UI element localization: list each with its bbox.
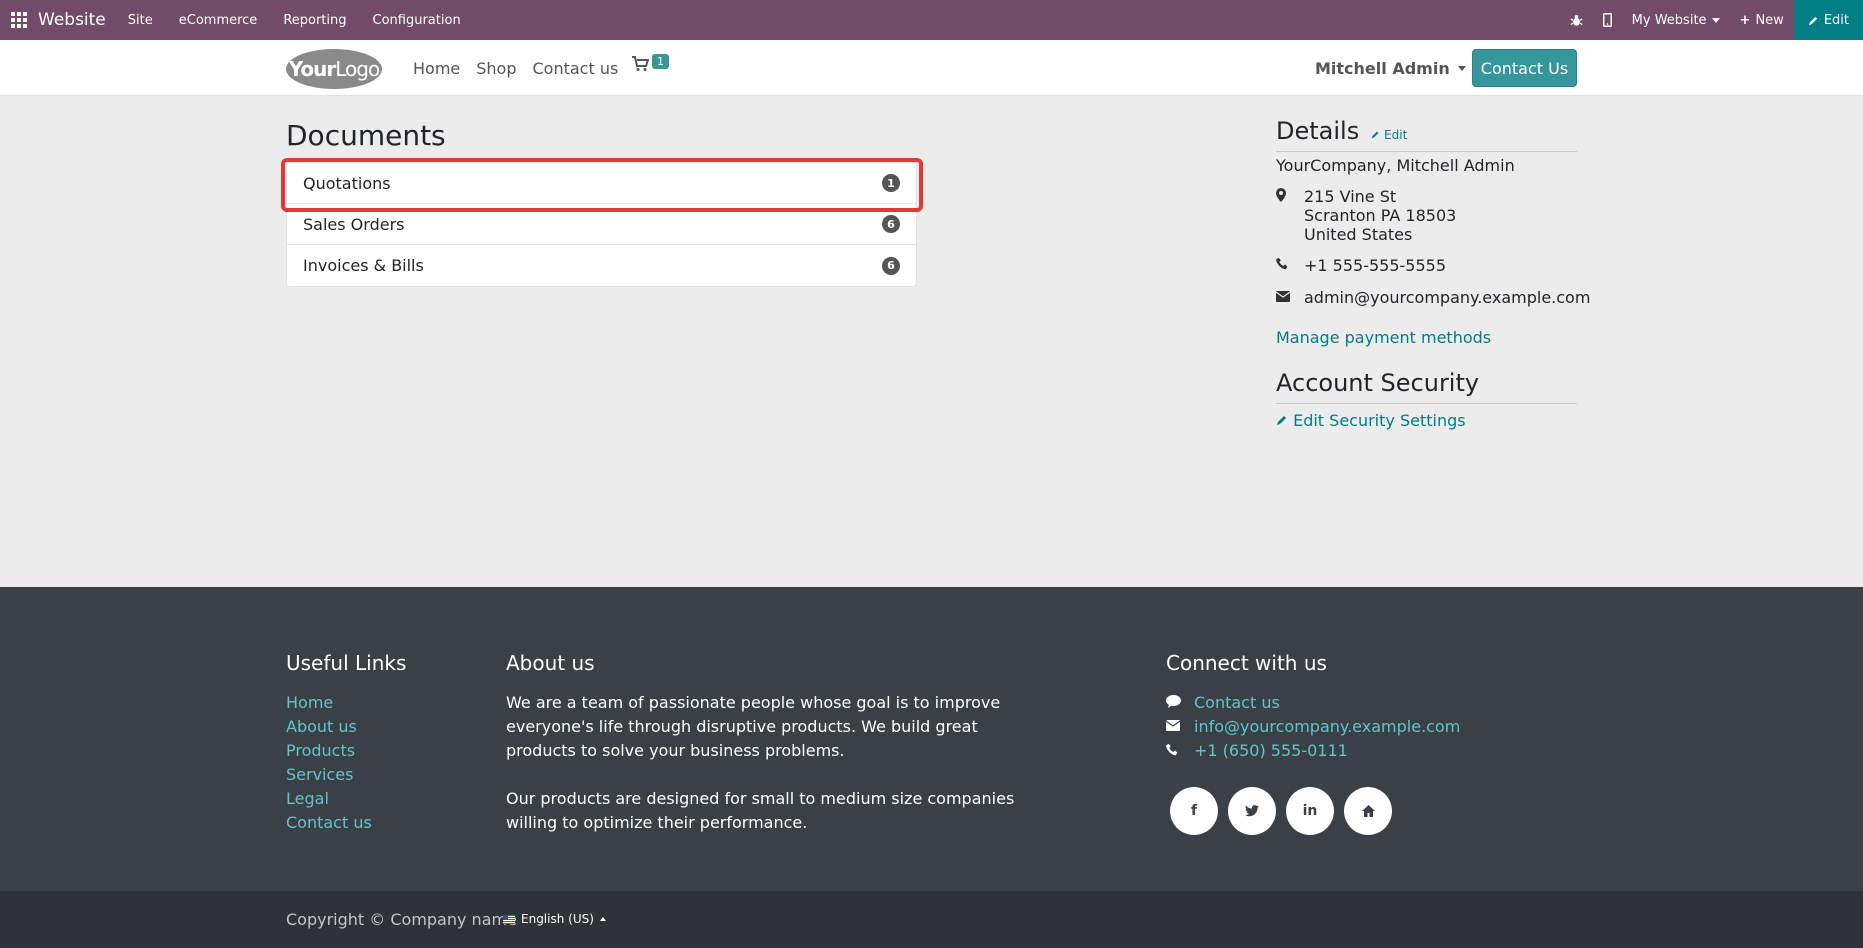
connect-section: Connect with us Contact us info@yourcomp…: [1165, 651, 1460, 835]
count-badge: 6: [882, 256, 900, 275]
useful-links-section: Useful Links Home About us Products Serv…: [286, 651, 406, 835]
menu-ecommerce[interactable]: eCommerce: [179, 13, 258, 28]
caret-down-icon: [1457, 65, 1466, 71]
comment-icon: [1166, 694, 1194, 712]
nav-contact-us[interactable]: Contact us: [533, 59, 619, 78]
nav-shop[interactable]: Shop: [476, 59, 516, 78]
app-brand[interactable]: Website: [38, 10, 106, 30]
plus-icon: +: [1739, 12, 1751, 28]
account-security-heading: Account Security: [1276, 369, 1577, 404]
home-icon[interactable]: [1344, 787, 1392, 835]
social-links: f in: [1170, 787, 1460, 835]
menu-site[interactable]: Site: [128, 13, 153, 28]
cart-count-badge: 1: [652, 54, 669, 69]
pencil-icon: [1808, 16, 1817, 25]
website-selector[interactable]: My Website: [1632, 13, 1720, 28]
us-flag-icon: [503, 914, 515, 924]
footer-link-about-us[interactable]: About us: [286, 715, 406, 739]
connect-email-link[interactable]: info@yourcompany.example.com: [1194, 715, 1460, 739]
caret-up-icon: [599, 917, 606, 921]
footer-link-legal[interactable]: Legal: [286, 787, 406, 811]
doc-row-sales-orders[interactable]: Sales Orders 6: [287, 204, 916, 245]
footer-link-contact-us[interactable]: Contact us: [286, 811, 406, 835]
doc-row-quotations[interactable]: Quotations 1: [287, 163, 916, 204]
user-menu[interactable]: Mitchell Admin: [1315, 40, 1466, 96]
apps-menu-icon[interactable]: [0, 0, 38, 40]
new-button[interactable]: + New: [1740, 13, 1784, 28]
site-logo[interactable]: Your Logo: [286, 49, 382, 89]
address-block: 215 Vine St Scranton PA 18503 United Sta…: [1276, 187, 1577, 244]
documents-title: Documents: [286, 119, 446, 152]
edit-button[interactable]: Edit: [1793, 0, 1863, 40]
caret-down-icon: [1711, 17, 1720, 23]
footer-link-home[interactable]: Home: [286, 691, 406, 715]
doc-row-invoices-bills[interactable]: Invoices & Bills 6: [287, 245, 916, 286]
connect-phone-link[interactable]: +1 (650) 555-0111: [1194, 739, 1348, 763]
nav-home[interactable]: Home: [413, 59, 460, 78]
phone-icon: [1276, 256, 1304, 276]
pencil-icon: [1277, 416, 1286, 425]
envelope-icon: [1275, 288, 1304, 308]
facebook-icon[interactable]: f: [1170, 787, 1218, 835]
details-heading: Details Edit: [1276, 117, 1577, 152]
about-paragraph-2: Our products are designed for small to m…: [506, 789, 1015, 832]
twitter-icon[interactable]: [1228, 787, 1276, 835]
copyright-bar: Copyright © Company name English (US): [0, 891, 1863, 948]
details-panel: Details Edit YourCompany, Mitchell Admin…: [1275, 117, 1590, 430]
phone-row: +1 555-555-5555: [1276, 256, 1577, 276]
email-row: admin@yourcompany.example.com: [1275, 288, 1590, 308]
connect-title: Connect with us: [1166, 651, 1327, 675]
menu-reporting[interactable]: Reporting: [283, 13, 346, 28]
customer-name: YourCompany, Mitchell Admin: [1276, 156, 1515, 175]
linkedin-icon[interactable]: in: [1286, 787, 1334, 835]
about-us-title: About us: [506, 651, 595, 675]
envelope-icon: [1165, 719, 1194, 735]
documents-list: Quotations 1 Sales Orders 6 Invoices & B…: [286, 162, 917, 287]
count-badge: 1: [882, 174, 900, 192]
pencil-icon: [1371, 131, 1379, 139]
phone-icon: [1166, 743, 1194, 760]
language-selector[interactable]: English (US): [503, 912, 606, 926]
useful-links-title: Useful Links: [286, 651, 407, 675]
menu-configuration[interactable]: Configuration: [373, 13, 461, 28]
about-us-section: About us We are a team of passionate peo…: [506, 651, 1046, 835]
site-footer: Useful Links Home About us Products Serv…: [0, 587, 1863, 891]
mobile-preview-icon[interactable]: [1602, 13, 1612, 27]
admin-navbar: Website Site eCommerce Reporting Configu…: [0, 0, 1863, 40]
manage-payment-methods-link[interactable]: Manage payment methods: [1276, 328, 1577, 347]
connect-contact-link[interactable]: Contact us: [1194, 691, 1280, 715]
site-header: Your Logo Home Shop Contact us 1 Mitchell…: [0, 40, 1863, 96]
debug-bug-icon[interactable]: [1570, 14, 1583, 27]
details-edit-link[interactable]: Edit: [1371, 128, 1407, 142]
cart-icon: [632, 56, 650, 71]
copyright-text: Copyright © Company name: [286, 910, 517, 929]
edit-security-settings-link[interactable]: Edit Security Settings: [1276, 411, 1577, 430]
map-marker-icon: [1276, 187, 1304, 244]
cart-link[interactable]: 1: [632, 54, 669, 76]
count-badge: 6: [882, 215, 900, 233]
footer-link-services[interactable]: Services: [286, 763, 406, 787]
contact-us-button[interactable]: Contact Us: [1472, 49, 1577, 87]
main-nav: Home Shop Contact us: [413, 40, 634, 96]
about-paragraph-1: We are a team of passionate people whose…: [506, 693, 1001, 760]
footer-link-products[interactable]: Products: [286, 739, 406, 763]
